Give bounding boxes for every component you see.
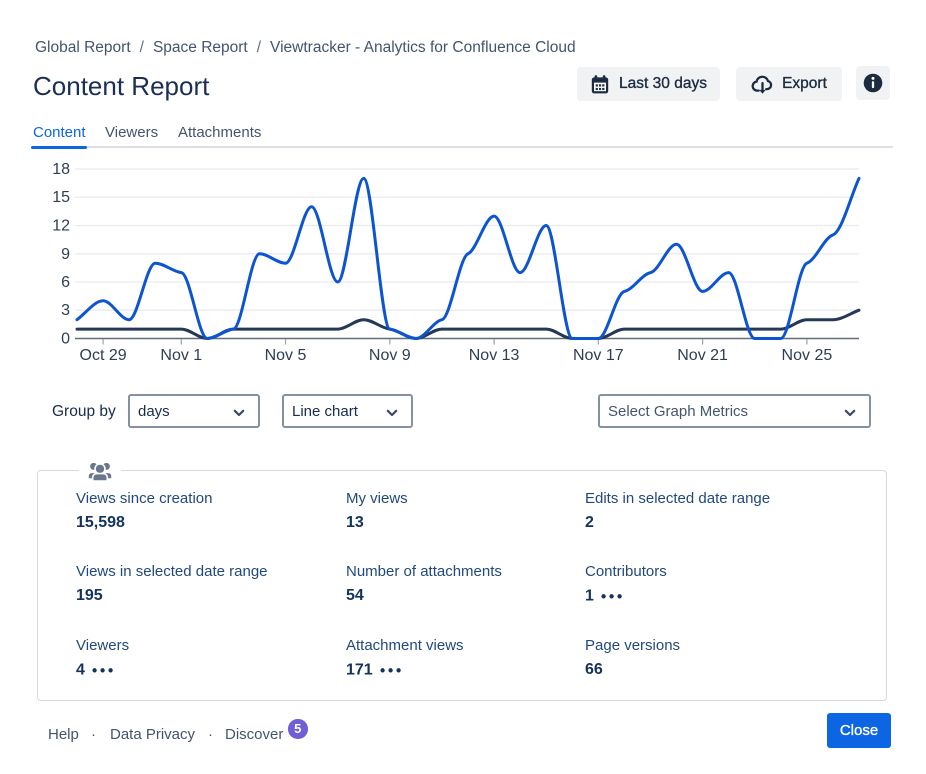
svg-text:Oct 29: Oct 29	[80, 347, 127, 364]
svg-text:Nov 13: Nov 13	[469, 347, 520, 364]
svg-text:0: 0	[61, 331, 70, 348]
svg-text:9: 9	[61, 246, 70, 263]
svg-text:Nov 21: Nov 21	[677, 347, 728, 364]
svg-text:Nov 5: Nov 5	[265, 347, 307, 364]
svg-text:Nov 1: Nov 1	[160, 347, 202, 364]
svg-text:3: 3	[61, 302, 70, 319]
svg-text:15: 15	[52, 189, 70, 206]
svg-text:6: 6	[61, 274, 70, 291]
svg-text:Nov 9: Nov 9	[369, 347, 411, 364]
svg-text:18: 18	[52, 161, 70, 178]
svg-text:12: 12	[52, 218, 70, 235]
svg-text:Nov 25: Nov 25	[782, 347, 833, 364]
svg-text:Nov 17: Nov 17	[573, 347, 624, 364]
